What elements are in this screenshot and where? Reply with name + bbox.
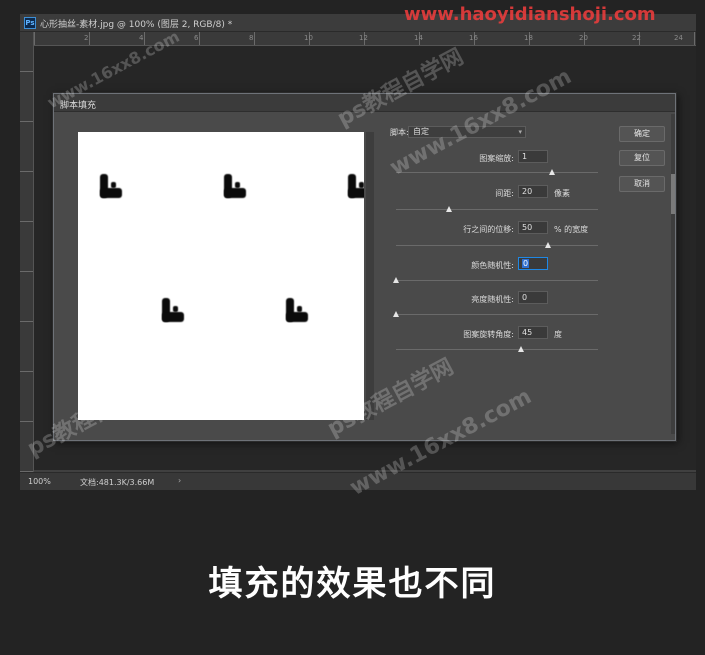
ruler-number: 24 bbox=[674, 34, 683, 42]
ruler-number: 16 bbox=[469, 34, 478, 42]
color-randomness-slider[interactable] bbox=[396, 280, 598, 281]
brightness-randomness-slider[interactable] bbox=[396, 314, 598, 315]
ruler-number: 22 bbox=[632, 34, 641, 42]
pattern-shape bbox=[162, 298, 184, 322]
pattern-scale-slider-thumb[interactable] bbox=[548, 169, 555, 175]
pattern-shape bbox=[348, 174, 364, 198]
param-label-color-randomness: 颜色随机性: bbox=[471, 261, 514, 270]
preview-scrollbar[interactable] bbox=[366, 132, 374, 420]
dialog-scrollbar-thumb[interactable] bbox=[671, 174, 675, 214]
pattern-preview bbox=[78, 132, 364, 420]
ruler-number: 20 bbox=[579, 34, 588, 42]
param-label-spacing: 间距: bbox=[495, 189, 514, 198]
row-offset-slider[interactable] bbox=[396, 245, 598, 246]
pattern-rotation-slider-thumb[interactable] bbox=[518, 346, 525, 352]
script-select-value: 自定 bbox=[413, 127, 429, 136]
pattern-scale-value: 1 bbox=[522, 152, 528, 161]
spacing-input[interactable]: 20 bbox=[518, 185, 548, 198]
pattern-rotation-unit: 度 bbox=[554, 330, 562, 339]
param-label-pattern-rotation: 图案旋转角度: bbox=[463, 330, 514, 339]
row-offset-unit: % 的宽度 bbox=[554, 225, 589, 234]
ruler-number: 4 bbox=[139, 34, 144, 42]
document-info: 文档:481.3K/3.66M bbox=[80, 478, 155, 487]
zoom-level[interactable]: 100% bbox=[28, 477, 51, 486]
spacing-unit: 像素 bbox=[554, 189, 570, 198]
pattern-shape bbox=[224, 174, 246, 198]
ruler-number: 18 bbox=[524, 34, 533, 42]
ruler-number: 8 bbox=[249, 34, 254, 42]
row-offset-slider-thumb[interactable] bbox=[544, 242, 551, 248]
row-offset-value: 50 bbox=[522, 223, 533, 232]
spacing-slider[interactable] bbox=[396, 209, 598, 210]
spacing-slider-thumb[interactable] bbox=[445, 206, 452, 212]
brightness-randomness-input[interactable]: 0 bbox=[518, 291, 548, 304]
pattern-scale-input[interactable]: 1 bbox=[518, 150, 548, 163]
pattern-rotation-input[interactable]: 45 bbox=[518, 326, 548, 339]
dialog-scrollbar[interactable] bbox=[671, 114, 675, 434]
ruler-number: 10 bbox=[304, 34, 313, 42]
ruler-number: 12 bbox=[359, 34, 368, 42]
color-randomness-slider-thumb[interactable] bbox=[393, 277, 399, 283]
pattern-shape bbox=[286, 298, 308, 322]
ok-button[interactable]: 确定 bbox=[619, 126, 665, 142]
pattern-rotation-value: 45 bbox=[522, 328, 533, 337]
vertical-ruler[interactable] bbox=[20, 32, 34, 472]
spacing-value: 20 bbox=[522, 187, 533, 196]
document-title: 心形抽丝-素材.jpg @ 100% (图层 2, RGB/8) * bbox=[40, 20, 233, 30]
pattern-rotation-slider[interactable] bbox=[396, 349, 598, 350]
video-caption: 填充的效果也不同 bbox=[208, 564, 497, 604]
param-label-row-offset: 行之间的位移: bbox=[463, 225, 514, 234]
pattern-shape bbox=[100, 174, 122, 198]
cancel-button[interactable]: 取消 bbox=[619, 176, 665, 192]
param-label-brightness-randomness: 亮度随机性: bbox=[471, 295, 514, 304]
chevron-down-icon: ▾ bbox=[518, 128, 522, 136]
brightness-randomness-value: 0 bbox=[522, 293, 528, 302]
pattern-scale-slider[interactable] bbox=[396, 172, 598, 173]
ruler-number: 2 bbox=[84, 34, 89, 42]
script-label: 脚本: bbox=[390, 128, 409, 137]
reset-button[interactable]: 复位 bbox=[619, 150, 665, 166]
horizontal-ruler[interactable]: 2 4 6 8 10 12 14 16 18 20 22 24 bbox=[34, 32, 696, 46]
brightness-randomness-slider-thumb[interactable] bbox=[393, 311, 399, 317]
color-randomness-input[interactable]: 0 bbox=[518, 257, 548, 270]
ruler-number: 14 bbox=[414, 34, 423, 42]
row-offset-input[interactable]: 50 bbox=[518, 221, 548, 234]
watermark-top-url: www.haoyidianshoji.com bbox=[404, 4, 656, 25]
color-randomness-value: 0 bbox=[522, 259, 530, 268]
photoshop-logo-icon: Ps bbox=[24, 17, 36, 29]
status-menu-arrow-icon[interactable]: › bbox=[178, 476, 181, 485]
ruler-number: 6 bbox=[194, 34, 199, 42]
